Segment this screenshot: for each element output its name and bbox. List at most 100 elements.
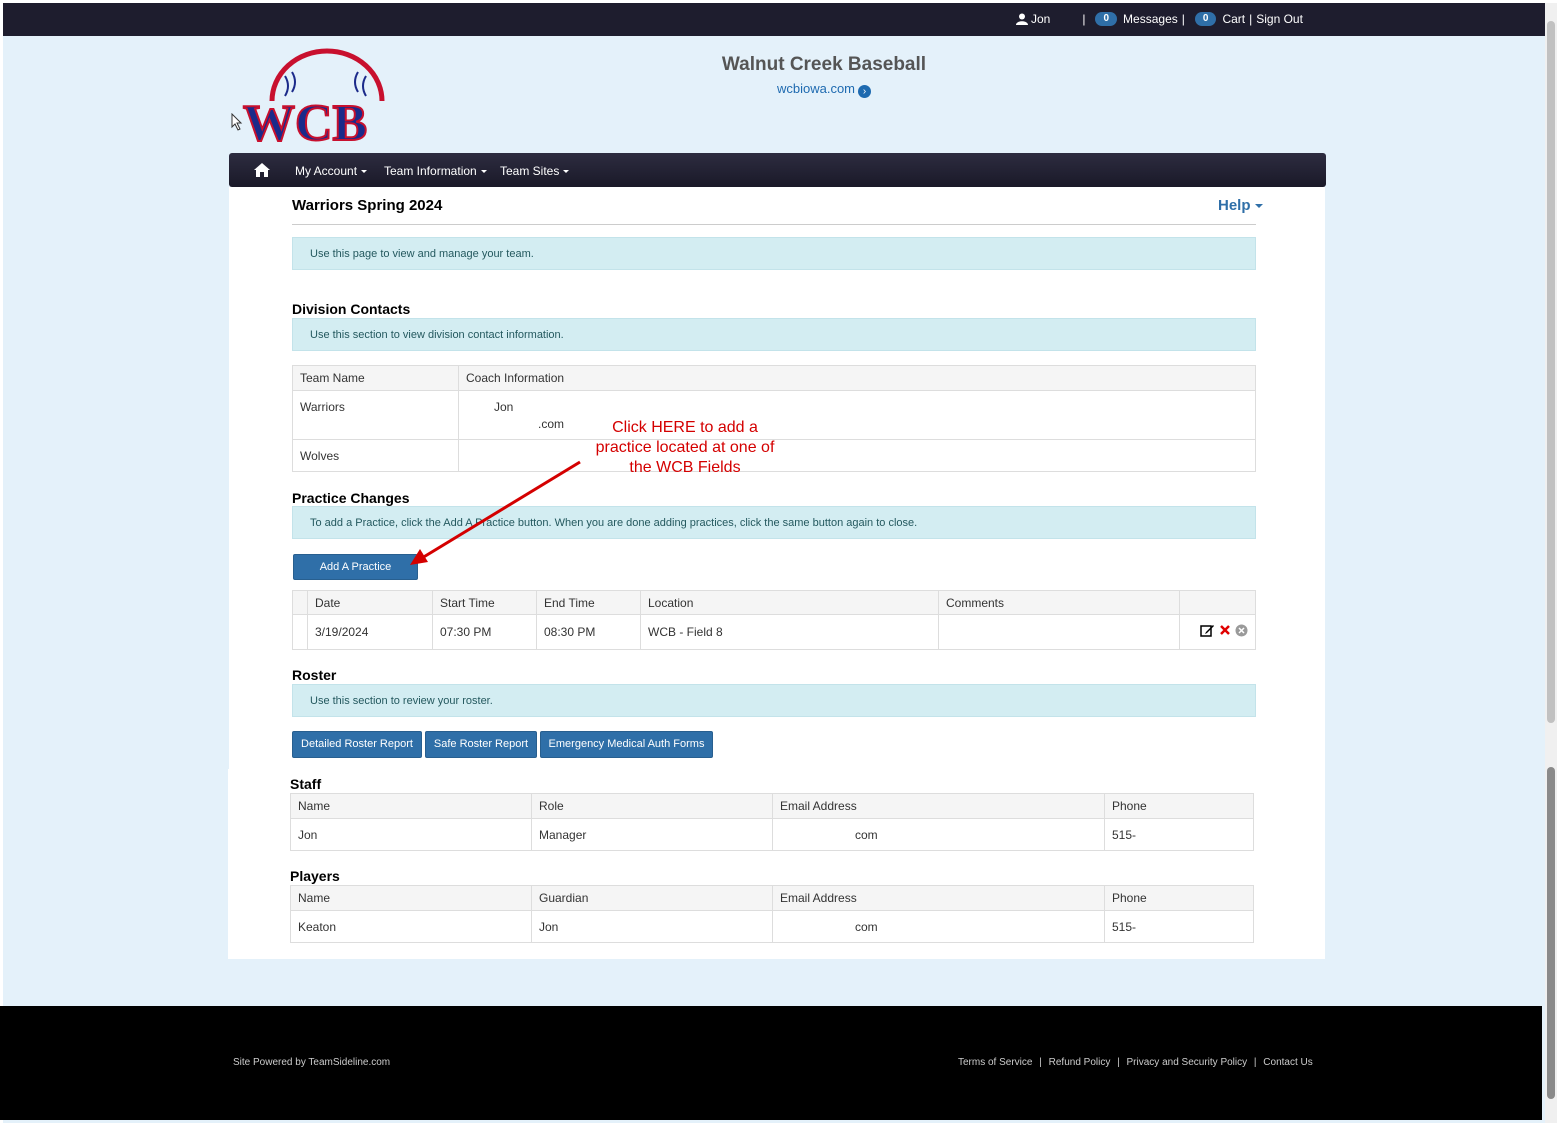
roster-info: Use this section to review your roster.: [292, 684, 1256, 717]
page-title: Warriors Spring 2024: [292, 197, 443, 214]
table-row: Jon Manager com 515-: [290, 818, 1254, 851]
start-time-cell: 07:30 PM: [432, 614, 537, 650]
table-header-row: Name Role Email Address Phone: [290, 793, 1254, 819]
team-name-cell: Warriors: [292, 390, 459, 440]
column-header: Start Time: [432, 590, 537, 615]
separator: |: [1082, 12, 1086, 26]
detailed-roster-report-button[interactable]: Detailed Roster Report: [292, 731, 422, 758]
staff-email-cell[interactable]: com: [772, 818, 1105, 851]
top-bar: Jon | 0 Messages | 0 Cart | Sign Out: [3, 3, 1545, 36]
column-header: Location: [640, 590, 939, 615]
table-row: Keaton Jon com 515-: [290, 910, 1254, 943]
separator: |: [1039, 1057, 1042, 1068]
row-handle: [292, 614, 308, 650]
caret-down-icon: [361, 170, 368, 174]
emergency-medical-auth-forms-button[interactable]: Emergency Medical Auth Forms: [540, 731, 713, 758]
coach-name: Jon: [494, 400, 514, 414]
cancel-circle-icon[interactable]: [1235, 624, 1248, 640]
annotation-callout: Click HERE to add a practice located at …: [575, 418, 795, 478]
player-email-cell[interactable]: com: [772, 910, 1105, 943]
cart-link[interactable]: Cart: [1222, 12, 1245, 26]
caret-down-icon: [563, 170, 570, 174]
column-header: Guardian: [531, 885, 773, 911]
division-contacts-heading: Division Contacts: [292, 301, 411, 317]
practice-changes-heading: Practice Changes: [292, 490, 410, 506]
refund-policy-link[interactable]: Refund Policy: [1049, 1057, 1111, 1068]
nav-my-account[interactable]: My Account: [295, 164, 368, 178]
column-header: Phone: [1104, 793, 1254, 819]
date-cell: 3/19/2024: [307, 614, 433, 650]
edit-icon[interactable]: [1200, 623, 1215, 640]
location-cell: WCB - Field 8: [640, 614, 939, 650]
column-header: Email Address: [772, 793, 1105, 819]
user-icon: [1016, 13, 1028, 25]
separator: |: [1181, 12, 1185, 26]
caret-down-icon: [480, 170, 487, 174]
nav-team-information-label: Team Information: [384, 164, 477, 178]
delete-icon[interactable]: [1219, 624, 1231, 639]
staff-name-cell: Jon: [290, 818, 532, 851]
caret-down-icon: [1254, 204, 1263, 209]
column-header: Name: [290, 885, 532, 911]
terms-of-service-link[interactable]: Terms of Service: [958, 1057, 1032, 1068]
nav-my-account-label: My Account: [295, 164, 358, 178]
column-header: Comments: [938, 590, 1180, 615]
column-header: Role: [531, 793, 773, 819]
division-contacts-info: Use this section to view division contac…: [292, 318, 1256, 351]
column-header: Team Name: [292, 365, 459, 391]
players-heading: Players: [290, 868, 340, 884]
column-header: Email Address: [772, 885, 1105, 911]
messages-count-badge: 0: [1095, 12, 1118, 26]
table-header-row: Date Start Time End Time Location Commen…: [292, 590, 1256, 615]
footer: Site Powered by TeamSideline.com Terms o…: [0, 1006, 1542, 1120]
table-row: 3/19/2024 07:30 PM 08:30 PM WCB - Field …: [292, 614, 1256, 650]
nav-team-information[interactable]: Team Information: [384, 164, 487, 178]
annotation-line: Click HERE to add a: [612, 419, 758, 436]
staff-phone-cell: 515-: [1104, 818, 1254, 851]
table-header-row: Team Name Coach Information: [292, 365, 1256, 391]
separator: |: [1253, 1057, 1257, 1068]
practice-table: Date Start Time End Time Location Commen…: [292, 590, 1256, 650]
privacy-security-policy-link[interactable]: Privacy and Security Policy: [1127, 1057, 1248, 1068]
sign-out-link[interactable]: Sign Out: [1256, 12, 1303, 26]
column-header: End Time: [536, 590, 641, 615]
table-header-row: Name Guardian Email Address Phone: [290, 885, 1254, 911]
nav-team-sites-label: Team Sites: [500, 164, 560, 178]
title-divider: [292, 224, 1256, 225]
cart-count-badge: 0: [1194, 12, 1217, 26]
safe-roster-report-button[interactable]: Safe Roster Report: [425, 731, 537, 758]
user-name-link[interactable]: Jon: [1031, 12, 1050, 26]
player-phone-cell: 515-: [1104, 910, 1254, 943]
scrollbar-thumb[interactable]: [1547, 21, 1555, 723]
row-actions: [1200, 623, 1248, 640]
players-table: Name Guardian Email Address Phone Keaton…: [290, 885, 1254, 943]
site-link-text[interactable]: wcbiowa.com: [777, 81, 855, 96]
column-header: Phone: [1104, 885, 1254, 911]
site-title: Walnut Creek Baseball: [721, 54, 927, 75]
browser-page: Jon | 0 Messages | 0 Cart | Sign Out WCB…: [3, 3, 1545, 1123]
separator: |: [1117, 1057, 1120, 1068]
logo-text: WCB: [243, 95, 367, 146]
mouse-cursor-icon: [231, 112, 243, 134]
footer-powered-by-link[interactable]: Site Powered by TeamSideline.com: [233, 1057, 390, 1068]
home-icon[interactable]: [253, 162, 271, 181]
help-dropdown[interactable]: Help: [1218, 197, 1263, 214]
staff-role-cell: Manager: [531, 818, 773, 851]
column-header: Name: [290, 793, 532, 819]
staff-table: Name Role Email Address Phone Jon Manage…: [290, 793, 1254, 851]
nav-team-sites[interactable]: Team Sites: [500, 164, 570, 178]
messages-link[interactable]: Messages: [1123, 12, 1178, 26]
column-header-actions: [1179, 590, 1256, 615]
site-link[interactable]: wcbiowa.com ›: [3, 81, 1557, 98]
page-info-alert: Use this page to view and manage your te…: [292, 237, 1256, 270]
annotation-line: practice located at one of: [595, 439, 775, 456]
vertical-scrollbar[interactable]: [1545, 3, 1557, 1123]
scrollbar-thumb-secondary[interactable]: [1547, 767, 1555, 1099]
roster-heading: Roster: [292, 667, 337, 683]
contact-us-link[interactable]: Contact Us: [1263, 1057, 1312, 1068]
chevron-right-icon: ›: [858, 85, 872, 98]
help-label: Help: [1218, 197, 1251, 214]
staff-heading: Staff: [290, 776, 322, 792]
comments-cell: [938, 614, 1180, 650]
column-header-empty: [292, 590, 308, 615]
